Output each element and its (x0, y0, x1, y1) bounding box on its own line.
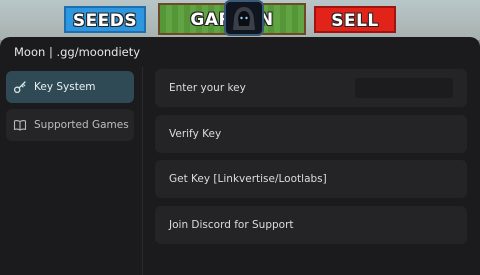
sidebar-item-key-system[interactable]: Key System (6, 71, 134, 103)
sidebar-divider (142, 67, 143, 275)
get-key-button[interactable]: Get Key [Linkvertise/Lootlabs] (155, 160, 467, 198)
join-discord-label: Join Discord for Support (169, 219, 294, 231)
verify-key-button[interactable]: Verify Key (155, 115, 467, 153)
book-icon (13, 118, 27, 132)
sidebar-item-label: Supported Games (34, 119, 129, 131)
hooded-figure-icon (233, 7, 255, 30)
key-icon (13, 80, 27, 94)
enter-key-label: Enter your key (169, 82, 246, 94)
join-discord-button[interactable]: Join Discord for Support (155, 206, 467, 244)
seeds-button[interactable]: SEEDS (64, 6, 146, 33)
key-input[interactable] (355, 78, 453, 98)
sidebar-item-label: Key System (34, 81, 96, 93)
script-window: Moon | .gg/moondiety Key System Supporte… (0, 37, 480, 275)
sell-button[interactable]: SELL (314, 6, 396, 33)
window-title: Moon | .gg/moondiety (14, 45, 141, 59)
sidebar-item-supported-games[interactable]: Supported Games (6, 109, 134, 141)
verify-key-label: Verify Key (169, 128, 222, 140)
avatar (224, 0, 264, 36)
get-key-label: Get Key [Linkvertise/Lootlabs] (169, 173, 327, 185)
enter-key-row: Enter your key (155, 69, 467, 107)
